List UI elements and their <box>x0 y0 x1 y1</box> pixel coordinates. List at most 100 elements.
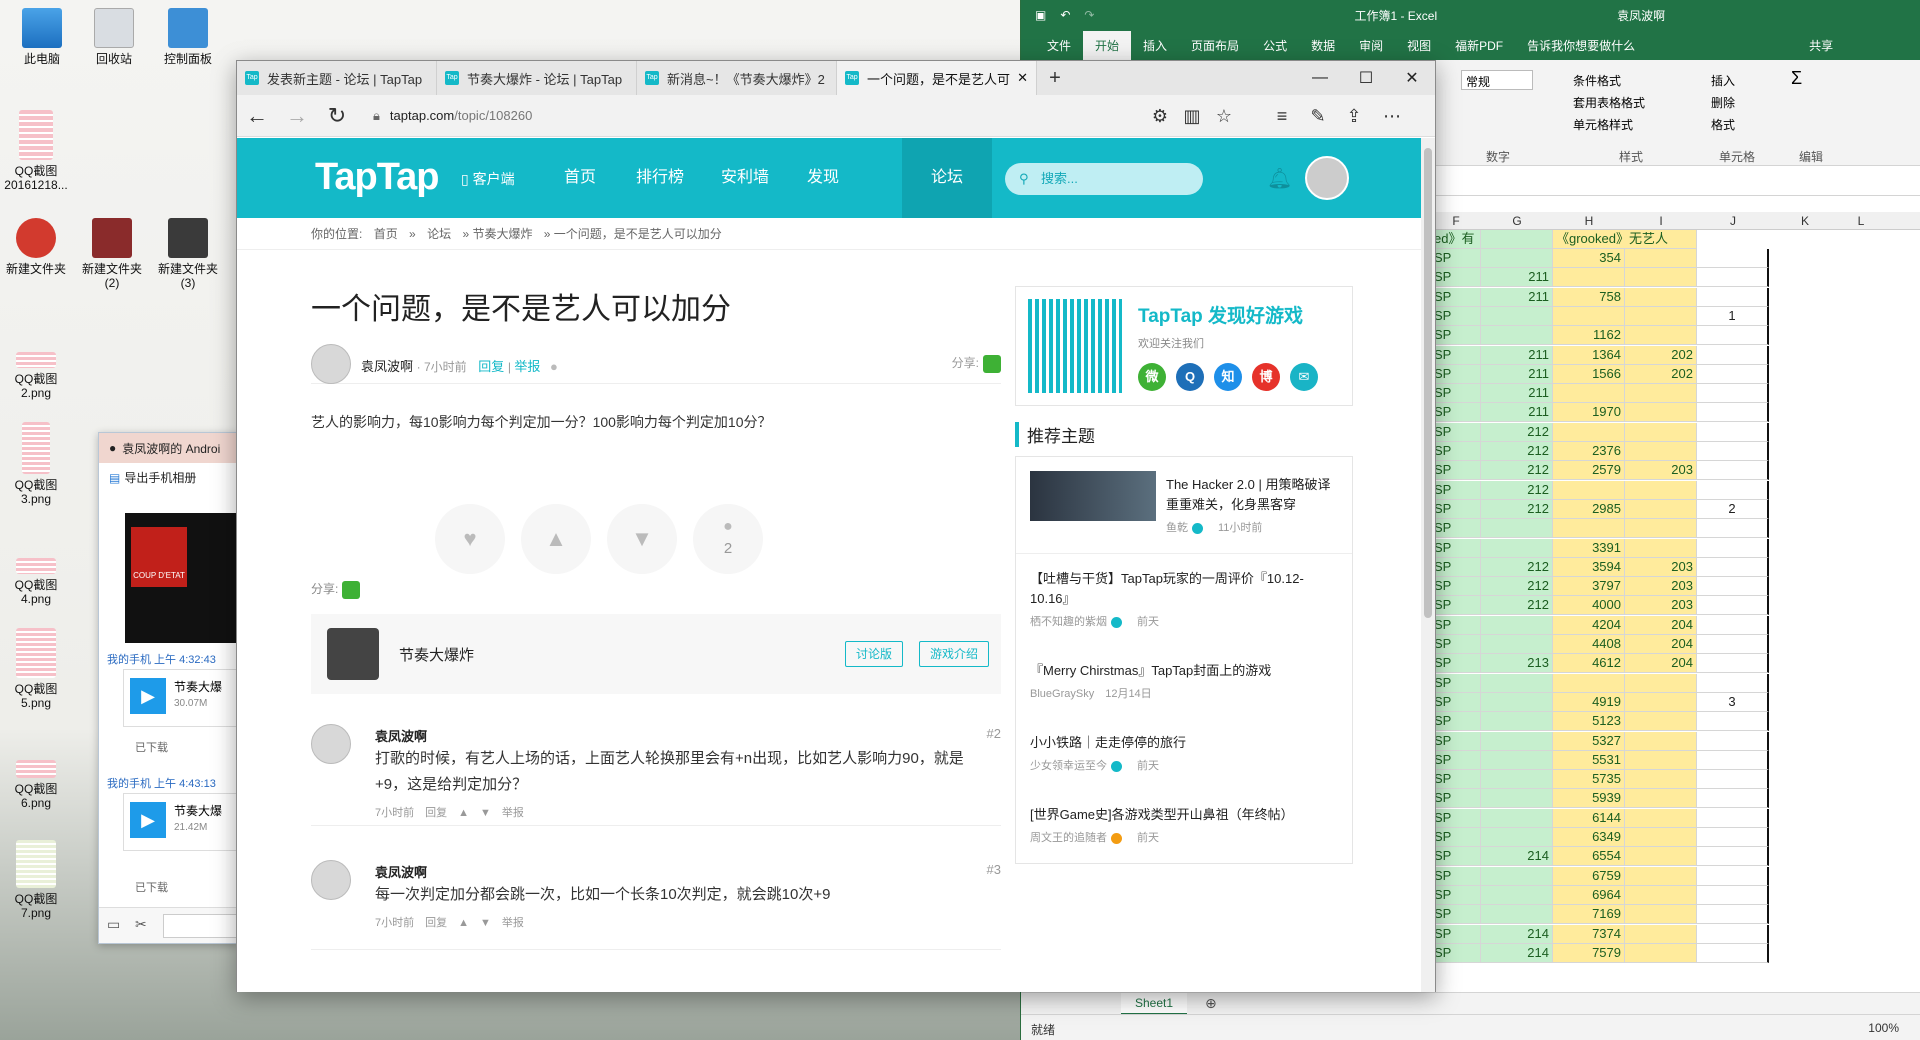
cell[interactable]: SP <box>1431 770 1481 790</box>
cell[interactable] <box>1697 673 1769 693</box>
tab-page-layout[interactable]: 页面布局 <box>1179 31 1251 60</box>
cell[interactable] <box>1625 499 1697 519</box>
scissors-icon[interactable]: ✂ <box>135 916 147 933</box>
cell[interactable] <box>1553 480 1625 500</box>
cell[interactable] <box>1625 943 1697 963</box>
extension-icon[interactable]: ⚙ <box>1147 103 1173 129</box>
cell[interactable]: SP <box>1431 885 1481 905</box>
avatar[interactable] <box>311 344 351 384</box>
cell[interactable] <box>1697 538 1769 558</box>
cell[interactable]: 214 <box>1481 847 1553 867</box>
rec-item[interactable]: [世界Game史]各游戏类型开山鼻祖（年终帖） 周文王的追随者 前天 <box>1030 805 1340 845</box>
cell[interactable] <box>1625 924 1697 944</box>
nav-home[interactable]: 首页 <box>545 138 615 218</box>
cell[interactable] <box>1625 905 1697 925</box>
rec-item[interactable]: 【吐槽与干货】TapTap玩家的一周评价『10.12-10.16』 栖不知趣的紫… <box>1030 569 1340 629</box>
cell[interactable] <box>1697 943 1769 963</box>
cell[interactable]: SP <box>1431 249 1481 268</box>
cell[interactable]: SP <box>1431 287 1481 307</box>
new-tab-button[interactable]: + <box>1037 61 1073 95</box>
cell[interactable] <box>1481 673 1553 693</box>
cell[interactable]: 1970 <box>1553 403 1625 423</box>
cell[interactable]: SP <box>1431 557 1481 577</box>
cell[interactable]: 203 <box>1625 461 1697 481</box>
cell[interactable] <box>1481 230 1553 249</box>
cell[interactable]: SP <box>1431 461 1481 481</box>
folder-icon[interactable]: ▭ <box>107 916 120 933</box>
cell[interactable]: 6554 <box>1553 847 1625 867</box>
browser-tab-active[interactable]: Tap 一个问题，是不是艺人可 ✕ <box>837 61 1037 95</box>
cell[interactable] <box>1625 789 1697 809</box>
cell[interactable] <box>1481 885 1553 905</box>
desktop-icon-png-3[interactable]: QQ截图3.png <box>0 422 72 506</box>
thumbs-down-icon[interactable]: ▼ <box>480 807 491 819</box>
cell[interactable]: SP <box>1431 789 1481 809</box>
cell[interactable]: 212 <box>1481 442 1553 461</box>
maximize-button[interactable]: ☐ <box>1343 61 1389 95</box>
desktop-icon-folder-3[interactable]: 新建文件夹(3) <box>152 218 224 290</box>
cell[interactable] <box>1481 615 1553 635</box>
zhihu-icon[interactable]: 知 <box>1214 363 1242 391</box>
cell[interactable] <box>1481 750 1553 770</box>
breadcrumb-forum[interactable]: 论坛 <box>427 227 451 241</box>
close-window-button[interactable]: ✕ <box>1389 61 1435 95</box>
cell[interactable] <box>1697 866 1769 886</box>
minimize-button[interactable]: — <box>1297 61 1343 95</box>
address-bar[interactable]: 🔒︎ taptap.com/topic/108260 <box>373 108 532 124</box>
cell[interactable] <box>1625 673 1697 693</box>
cell[interactable] <box>1697 885 1769 905</box>
browser-tab[interactable]: Tap 节奏大爆炸 - 论坛 | TapTap <box>437 61 637 95</box>
tell-me-input[interactable]: 告诉我你想要做什么 <box>1515 31 1647 60</box>
cell[interactable]: SP <box>1431 847 1481 867</box>
cell[interactable]: 212 <box>1481 480 1553 500</box>
cell[interactable] <box>1553 422 1625 442</box>
reading-view-icon[interactable]: ▥ <box>1179 103 1205 129</box>
cell[interactable]: 211 <box>1481 403 1553 423</box>
cell[interactable] <box>1481 866 1553 886</box>
format-cells-button[interactable]: 格式 <box>1711 116 1735 133</box>
favorite-star-icon[interactable]: ☆ <box>1211 103 1237 129</box>
cell[interactable]: 5123 <box>1553 712 1625 732</box>
undo-icon[interactable]: ↶ <box>1060 8 1070 22</box>
bell-icon[interactable]: 🔔︎ <box>1267 166 1292 191</box>
weibo-icon[interactable]: 博 <box>1252 363 1280 391</box>
cell[interactable]: 4000 <box>1553 596 1625 616</box>
cell[interactable] <box>1697 557 1769 577</box>
cell[interactable] <box>1625 403 1697 423</box>
cell[interactable]: SP <box>1431 577 1481 597</box>
reply-action[interactable]: 回复 <box>425 917 447 929</box>
web-note-icon[interactable]: ✎ <box>1305 103 1331 129</box>
cell[interactable] <box>1697 326 1769 346</box>
cell[interactable] <box>1697 770 1769 790</box>
cell[interactable] <box>1697 422 1769 442</box>
cell[interactable]: 1566 <box>1553 364 1625 384</box>
report-action[interactable]: 举报 <box>502 807 524 819</box>
cell[interactable]: 204 <box>1625 615 1697 635</box>
cell[interactable]: 1364 <box>1553 345 1625 365</box>
cell[interactable] <box>1625 538 1697 558</box>
comment-count-button[interactable]: ● 2 <box>693 504 763 574</box>
desktop-icon-png-2[interactable]: QQ截图2.png <box>0 352 72 400</box>
cell[interactable]: SP <box>1431 673 1481 693</box>
cell[interactable] <box>1697 789 1769 809</box>
cell[interactable] <box>1697 596 1769 616</box>
cell[interactable]: 758 <box>1553 287 1625 307</box>
cell[interactable] <box>1625 306 1697 326</box>
cell[interactable]: 4612 <box>1553 654 1625 674</box>
cell[interactable]: SP <box>1431 731 1481 751</box>
avatar[interactable] <box>1305 156 1349 200</box>
cell[interactable] <box>1625 422 1697 442</box>
cell[interactable]: 204 <box>1625 635 1697 654</box>
cell[interactable] <box>1625 866 1697 886</box>
wechat-icon[interactable]: 微 <box>1138 363 1166 391</box>
column-header[interactable]: G <box>1481 214 1553 228</box>
topic-thumbnail[interactable] <box>1030 471 1156 521</box>
phone-screenshot-thumb[interactable]: COUP D'ETAT <box>125 513 239 643</box>
cell[interactable]: 3594 <box>1553 557 1625 577</box>
cell[interactable]: SP <box>1431 750 1481 770</box>
cell[interactable]: ed》有艺人 <box>1431 230 1481 264</box>
cell[interactable]: 211 <box>1481 268 1553 288</box>
cell[interactable]: 211 <box>1481 345 1553 365</box>
cell[interactable]: 2985 <box>1553 499 1625 519</box>
game-name[interactable]: 节奏大爆炸 <box>399 644 474 665</box>
